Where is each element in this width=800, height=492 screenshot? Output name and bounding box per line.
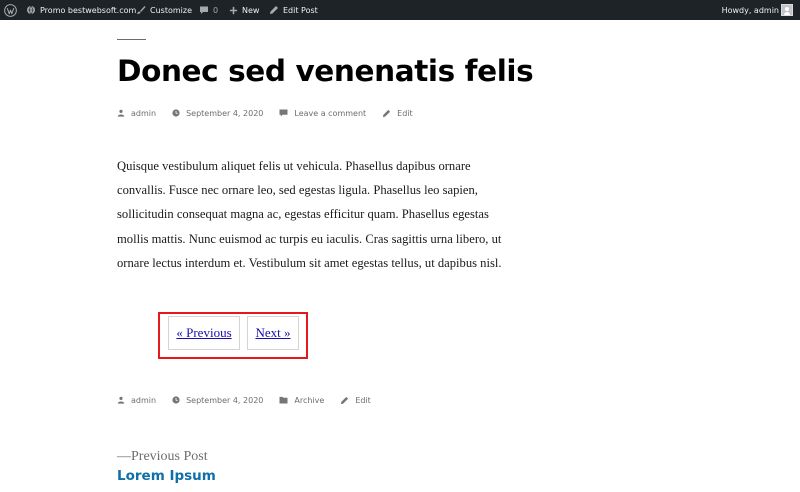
wordpress-icon — [4, 3, 17, 17]
post-comments: Leave a comment — [279, 109, 366, 118]
wordpress-logo-button[interactable] — [4, 0, 17, 20]
customize-link[interactable]: Customize — [136, 0, 192, 20]
post-meta-top: admin September 4, 2020 Leave a comment … — [117, 106, 413, 120]
pencil-icon — [341, 396, 349, 404]
site-name-label: Promo bestwebsoft.com — [40, 5, 137, 15]
post-paragraph: Quisque vestibulum aliquet felis ut vehi… — [117, 159, 502, 270]
site-name-link[interactable]: Promo bestwebsoft.com — [26, 0, 136, 20]
post-edit: Edit — [382, 109, 413, 118]
brush-icon — [137, 6, 146, 14]
author-link[interactable]: admin — [131, 396, 156, 405]
edit-link[interactable]: Edit — [355, 396, 371, 405]
comment-icon — [200, 6, 208, 14]
edit-post-label: Edit Post — [283, 5, 318, 15]
previous-post-link[interactable]: Lorem Ipsum — [117, 468, 216, 484]
admin-bar: Promo bestwebsoft.com Customize 0 New Ed… — [0, 0, 800, 20]
comment-icon — [279, 109, 288, 117]
pencil-icon — [270, 6, 278, 14]
comments-count: 0 — [213, 5, 219, 15]
leave-comment-link[interactable]: Leave a comment — [294, 109, 366, 118]
post-date: September 4, 2020 — [172, 396, 263, 405]
post-category: Archive — [279, 396, 324, 405]
title-separator — [117, 39, 146, 40]
user-icon — [117, 109, 125, 117]
post-title: Donec sed venenatis felis — [117, 54, 534, 88]
avatar-icon[interactable] — [781, 4, 793, 16]
date-link[interactable]: September 4, 2020 — [186, 396, 263, 405]
previous-post-label: —Previous Post — [117, 449, 208, 464]
pencil-icon — [383, 109, 391, 117]
home-icon — [27, 5, 35, 15]
post-author: admin — [117, 396, 156, 405]
comments-link[interactable]: 0 — [199, 0, 218, 20]
post-content: Quisque vestibulum aliquet felis ut vehi… — [117, 154, 517, 275]
date-link[interactable]: September 4, 2020 — [186, 109, 263, 118]
customize-label: Customize — [150, 5, 192, 15]
category-link[interactable]: Archive — [294, 396, 324, 405]
new-label: New — [242, 5, 260, 15]
clock-icon — [172, 109, 180, 117]
post-edit: Edit — [340, 396, 371, 405]
howdy-label: Howdy, admin — [721, 5, 779, 15]
previous-page-button[interactable]: « Previous — [168, 316, 240, 350]
post-meta-bottom: admin September 4, 2020 Archive Edit — [117, 393, 371, 407]
account-menu[interactable]: Howdy, admin — [722, 0, 779, 20]
author-link[interactable]: admin — [131, 109, 156, 118]
next-page-button[interactable]: Next » — [247, 316, 299, 350]
edit-post-link[interactable]: Edit Post — [269, 0, 318, 20]
plus-icon — [229, 6, 238, 14]
post-date: September 4, 2020 — [172, 109, 263, 118]
post-author: admin — [117, 109, 156, 118]
edit-link[interactable]: Edit — [397, 109, 413, 118]
clock-icon — [172, 396, 180, 404]
user-icon — [117, 396, 125, 404]
folder-icon — [279, 396, 288, 404]
new-content-link[interactable]: New — [229, 0, 259, 20]
